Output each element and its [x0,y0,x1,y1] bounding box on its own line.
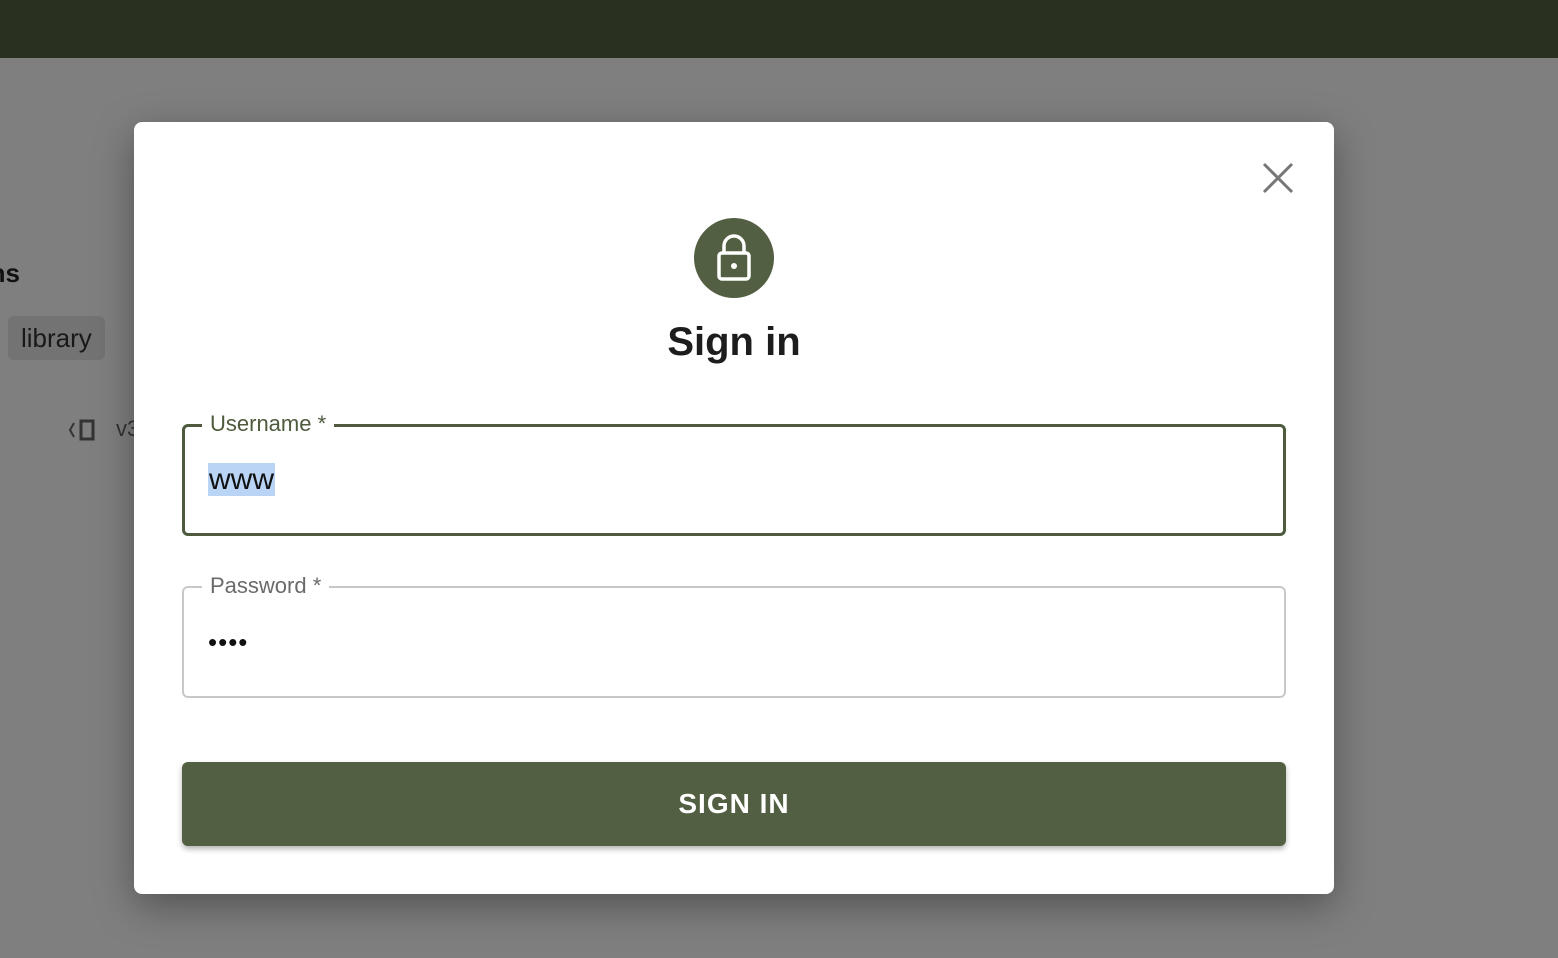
password-input[interactable]: •••• [208,622,248,662]
username-value: www [208,463,275,496]
lock-icon [717,234,751,281]
sign-in-button[interactable]: SIGN IN [182,762,1286,846]
lock-avatar [694,218,774,298]
username-field[interactable]: Username * www [182,410,1286,536]
username-input[interactable]: www [208,460,275,500]
sign-in-dialog: Sign in Username * www Password * •••• S… [134,122,1334,894]
username-label: Username * [202,410,335,438]
close-icon [1262,162,1294,194]
dialog-title: Sign in [667,320,801,364]
password-field[interactable]: Password * •••• [182,572,1286,698]
close-button[interactable] [1258,158,1298,198]
password-label: Password * [202,572,330,600]
